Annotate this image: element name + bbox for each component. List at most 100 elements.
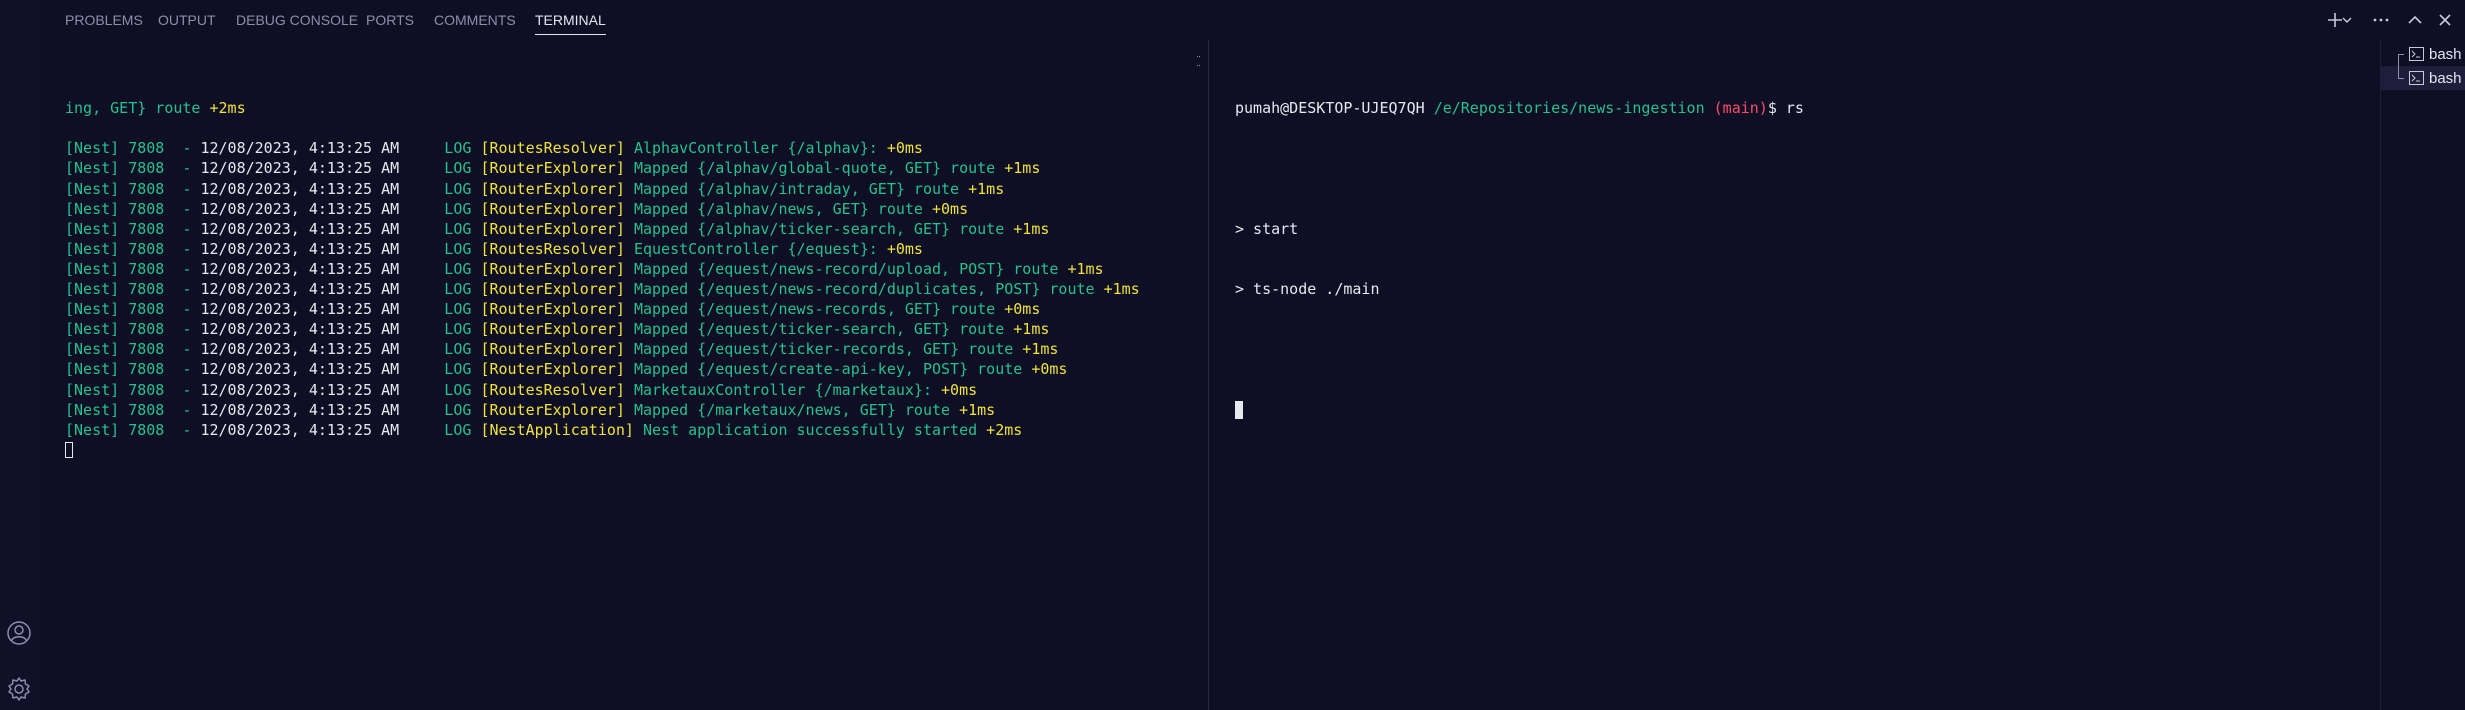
terminal-cursor — [1235, 400, 1243, 419]
log-message: Mapped {/equest/create-api-key, POST} ro… — [633, 360, 1032, 379]
log-line: [Nest] 7808 - 12/08/2023, 4:13:25 AM LOG… — [65, 259, 1208, 279]
tab-debug-console[interactable]: Debug Console — [236, 0, 358, 40]
log-line: [Nest] 7808 - 12/08/2023, 4:13:25 AM LOG… — [65, 420, 1208, 440]
log-level: LOG — [399, 320, 481, 339]
log-process: [Nest] 7808 - — [65, 239, 201, 258]
log-message: AlphavController {/alphav}: — [633, 139, 887, 158]
log-context: [RouterExplorer] — [480, 340, 634, 359]
log-line: [Nest] 7808 - 12/08/2023, 4:13:25 AM LOG… — [65, 239, 1208, 259]
log-process: [Nest] 7808 - — [65, 259, 201, 278]
log-line: [Nest] 7808 - 12/08/2023, 4:13:25 AM LOG… — [65, 279, 1208, 299]
log-context: [RouterExplorer] — [480, 159, 634, 178]
log-level: LOG — [399, 420, 481, 439]
output-line: > ts-node ./main — [1235, 280, 1380, 299]
log-timestamp: 12/08/2023, 4:13:25 AM — [200, 239, 400, 258]
log-time: +1ms — [1022, 340, 1059, 359]
log-time: +1ms — [1004, 159, 1041, 178]
tab-terminal[interactable]: Terminal — [535, 0, 606, 40]
log-message: Mapped {/equest/news-record/upload, POST… — [633, 259, 1068, 278]
terminal-line: ing, GET} route +2ms — [65, 98, 1208, 118]
log-timestamp: 12/08/2023, 4:13:25 AM — [200, 380, 400, 399]
log-context: [RouterExplorer] — [480, 400, 634, 419]
log-timestamp: 12/08/2023, 4:13:25 AM — [200, 280, 400, 299]
log-context: [NestApplication] — [480, 420, 643, 439]
log-time: +0ms — [1031, 360, 1068, 379]
terminal-list-item[interactable]: bash — [2381, 66, 2465, 90]
log-timestamp: 12/08/2023, 4:13:25 AM — [200, 300, 400, 319]
log-time: +1ms — [959, 400, 996, 419]
log-context: [RoutesResolver] — [480, 239, 634, 258]
cursor-line — [65, 440, 1208, 460]
tab-ports[interactable]: Ports — [366, 0, 414, 40]
log-process: [Nest] 7808 - — [65, 400, 201, 419]
scroll-indicator[interactable] — [1197, 56, 1200, 66]
log-line: [Nest] 7808 - 12/08/2023, 4:13:25 AM LOG… — [65, 158, 1208, 178]
log-time: +0ms — [886, 239, 923, 258]
terminal-list-label: bash — [2429, 69, 2462, 87]
log-line: [Nest] 7808 - 12/08/2023, 4:13:25 AM LOG… — [65, 138, 1208, 158]
log-process: [Nest] 7808 - — [65, 380, 201, 399]
log-level: LOG — [399, 259, 481, 278]
terminal-pane-right[interactable]: pumah@DESKTOP-UJEQ7QH /e/Repositories/ne… — [1210, 40, 2378, 710]
log-process: [Nest] 7808 - — [65, 159, 201, 178]
panel-actions — [2325, 0, 2465, 40]
log-message: MarketauxController {/marketaux}: — [633, 380, 942, 399]
terminal-list-label: bash — [2429, 45, 2462, 63]
log-process: [Nest] 7808 - — [65, 179, 201, 198]
log-timestamp: 12/08/2023, 4:13:25 AM — [200, 159, 400, 178]
log-line: [Nest] 7808 - 12/08/2023, 4:13:25 AM LOG… — [65, 380, 1208, 400]
log-context: [RouterExplorer] — [480, 219, 634, 238]
tab-comments[interactable]: Comments — [434, 0, 516, 40]
terminal-cursor — [65, 441, 73, 458]
prompt-branch: (main) — [1713, 99, 1768, 118]
log-context: [RoutesResolver] — [480, 380, 634, 399]
log-level: LOG — [399, 360, 481, 379]
log-text: ing, GET} route — [65, 99, 210, 118]
log-level: LOG — [399, 159, 481, 178]
tab-output[interactable]: Output — [158, 0, 216, 40]
more-icon[interactable] — [2369, 8, 2393, 32]
log-context: [RouterExplorer] — [480, 199, 634, 218]
tree-line-icon — [2395, 42, 2409, 66]
log-level: LOG — [399, 239, 481, 258]
terminal-pane-left[interactable]: ing, GET} route +2ms [Nest] 7808 - 12/08… — [40, 40, 1208, 710]
log-line: [Nest] 7808 - 12/08/2023, 4:13:25 AM LOG… — [65, 319, 1208, 339]
log-process: [Nest] 7808 - — [65, 280, 201, 299]
log-level: LOG — [399, 179, 481, 198]
prompt-path: /e/Repositories/news-ingestion — [1433, 99, 1705, 118]
log-level: LOG — [399, 300, 481, 319]
prompt-command: $ rs — [1767, 99, 1804, 118]
chevron-down-icon[interactable] — [2339, 8, 2355, 32]
log-context: [RouterExplorer] — [480, 300, 634, 319]
log-process: [Nest] 7808 - — [65, 320, 201, 339]
log-process: [Nest] 7808 - — [65, 300, 201, 319]
log-process: [Nest] 7808 - — [65, 139, 201, 158]
log-message: Mapped {/marketaux/news, GET} route — [633, 400, 960, 419]
log-timestamp: 12/08/2023, 4:13:25 AM — [200, 259, 400, 278]
log-level: LOG — [399, 199, 481, 218]
log-timestamp: 12/08/2023, 4:13:25 AM — [200, 219, 400, 238]
terminal-splitter[interactable] — [1208, 40, 1209, 710]
tab-problems[interactable]: Problems — [65, 0, 143, 40]
maximize-icon[interactable] — [2403, 8, 2427, 32]
log-context: [RouterExplorer] — [480, 280, 634, 299]
gear-icon[interactable] — [4, 674, 34, 704]
log-message: Mapped {/alphav/news, GET} route — [633, 199, 932, 218]
log-process: [Nest] 7808 - — [65, 199, 201, 218]
log-timestamp: 12/08/2023, 4:13:25 AM — [200, 179, 400, 198]
log-context: [RouterExplorer] — [480, 179, 634, 198]
log-time: +1ms — [1103, 280, 1140, 299]
terminal-list: bash bash — [2380, 40, 2465, 710]
log-context: [RouterExplorer] — [480, 320, 634, 339]
account-icon[interactable] — [4, 618, 34, 648]
log-process: [Nest] 7808 - — [65, 340, 201, 359]
log-message: Mapped {/equest/ticker-search, GET} rout… — [633, 320, 1014, 339]
log-line: [Nest] 7808 - 12/08/2023, 4:13:25 AM LOG… — [65, 179, 1208, 199]
log-time: +0ms — [931, 199, 969, 218]
close-icon[interactable] — [2433, 8, 2457, 32]
log-context: [RouterExplorer] — [480, 259, 634, 278]
terminal-list-item[interactable]: bash — [2381, 42, 2465, 66]
log-time: +0ms — [941, 380, 978, 399]
log-message: Mapped {/equest/news-record/duplicates, … — [633, 280, 1104, 299]
